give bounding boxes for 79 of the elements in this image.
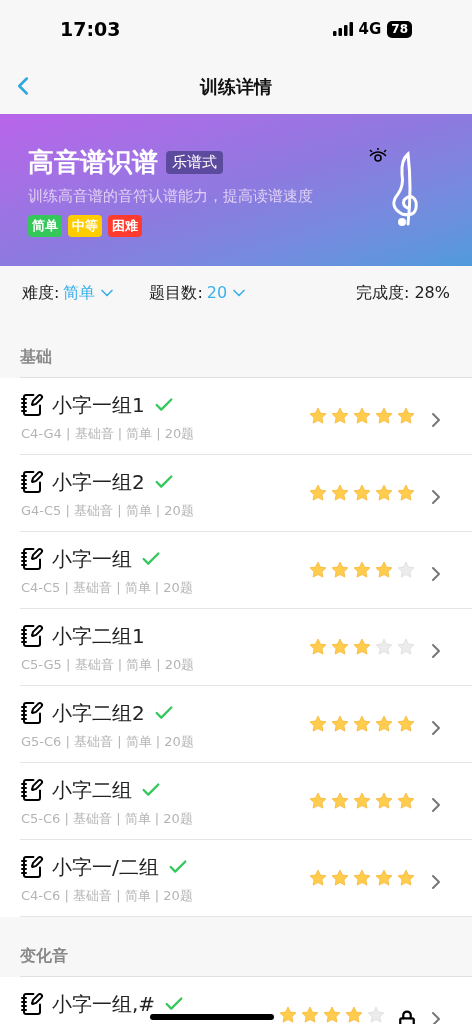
network-label: 4G — [358, 18, 382, 40]
star-icon — [352, 868, 372, 888]
star-icon — [330, 637, 350, 657]
clipboard-icon — [20, 624, 44, 648]
exercise-title: 小字一组 — [52, 546, 132, 573]
difficulty-tag: 简单 — [28, 215, 62, 237]
star-icon — [352, 791, 372, 811]
star-icon — [352, 406, 372, 426]
star-icon — [352, 560, 372, 580]
count-label: 题目数: — [149, 282, 203, 304]
exercise-subtitle: C5-C6 | 基础音 | 简单 | 20题 — [21, 810, 194, 828]
star-icon — [374, 483, 394, 503]
star-icon — [322, 1005, 342, 1024]
exercise-title: 小字一组,# — [52, 991, 156, 1018]
star-icon — [300, 1005, 320, 1024]
star-icon — [374, 868, 394, 888]
exercise-title: 小字一组1 — [52, 392, 145, 419]
exercise-subtitle: C4-C6 | 基础音 | 简单 | 20题 — [21, 887, 194, 905]
status-time: 17:03 — [60, 16, 121, 42]
star-icon — [396, 406, 416, 426]
exercise-subtitle: C5-G5 | 基础音 | 简单 | 20题 — [21, 656, 196, 674]
star-icon — [330, 791, 350, 811]
star-icon — [330, 560, 350, 580]
star-icon — [308, 868, 328, 888]
clipboard-icon — [20, 393, 44, 417]
star-icon — [308, 560, 328, 580]
star-icon — [308, 483, 328, 503]
clipboard-icon — [20, 992, 44, 1016]
star-icon — [308, 791, 328, 811]
exercise-title: 小字一/二组 — [52, 854, 159, 881]
difficulty-label: 难度: — [22, 282, 60, 304]
star-icon — [374, 406, 394, 426]
mode-badge: 乐谱式 — [166, 151, 223, 174]
star-icon — [330, 868, 350, 888]
star-icon — [396, 560, 416, 580]
exercise-subtitle: G4-C5 | 基础音 | 简单 | 20题 — [21, 502, 195, 520]
star-icon — [396, 791, 416, 811]
clipboard-icon — [20, 778, 44, 802]
star-icon — [308, 406, 328, 426]
star-icon — [374, 791, 394, 811]
star-icon — [330, 714, 350, 734]
star-icon — [344, 1005, 364, 1024]
banner-description: 训练高音谱的音符认谱能力，提高读谱速度 — [28, 186, 314, 207]
exercise-title: 小字二组1 — [52, 623, 145, 650]
page-title: 训练详情 — [200, 74, 272, 99]
star-icon — [366, 1005, 386, 1024]
exercise-subtitle: C4-C5 | 基础音 | 简单 | 20题 — [21, 579, 194, 597]
star-icon — [396, 714, 416, 734]
star-icon — [396, 637, 416, 657]
exercise-subtitle: C4-G4 | 基础音 | 简单 | 20题 — [21, 425, 196, 443]
star-icon — [352, 637, 372, 657]
difficulty-tag: 困难 — [108, 215, 142, 237]
progress-label: 完成度: 28% — [355, 282, 450, 304]
star-icon — [352, 483, 372, 503]
star-icon — [308, 637, 328, 657]
clipboard-icon — [20, 470, 44, 494]
clipboard-icon — [20, 701, 44, 725]
clipboard-icon — [20, 547, 44, 571]
star-icon — [352, 714, 372, 734]
star-icon — [374, 714, 394, 734]
banner-title: 高音谱识谱 — [28, 146, 158, 179]
signal-icon — [332, 22, 353, 36]
exercise-subtitle: G5-C6 | 基础音 | 简单 | 20题 — [21, 733, 195, 751]
exercise-title: 小字二组 — [52, 777, 132, 804]
star-icon — [330, 406, 350, 426]
exercise-title: 小字二组2 — [52, 700, 145, 727]
clipboard-icon — [20, 855, 44, 879]
section-header: 基础 — [20, 346, 52, 368]
battery-indicator: 78 — [387, 20, 412, 38]
star-icon — [396, 868, 416, 888]
section-header: 变化音 — [20, 945, 68, 967]
star-icon — [308, 714, 328, 734]
star-icon — [374, 560, 394, 580]
star-icon — [374, 637, 394, 657]
star-icon — [396, 483, 416, 503]
difficulty-tag: 中等 — [68, 215, 102, 237]
exercise-title: 小字一组2 — [52, 469, 145, 496]
star-icon — [330, 483, 350, 503]
star-icon — [278, 1005, 298, 1024]
